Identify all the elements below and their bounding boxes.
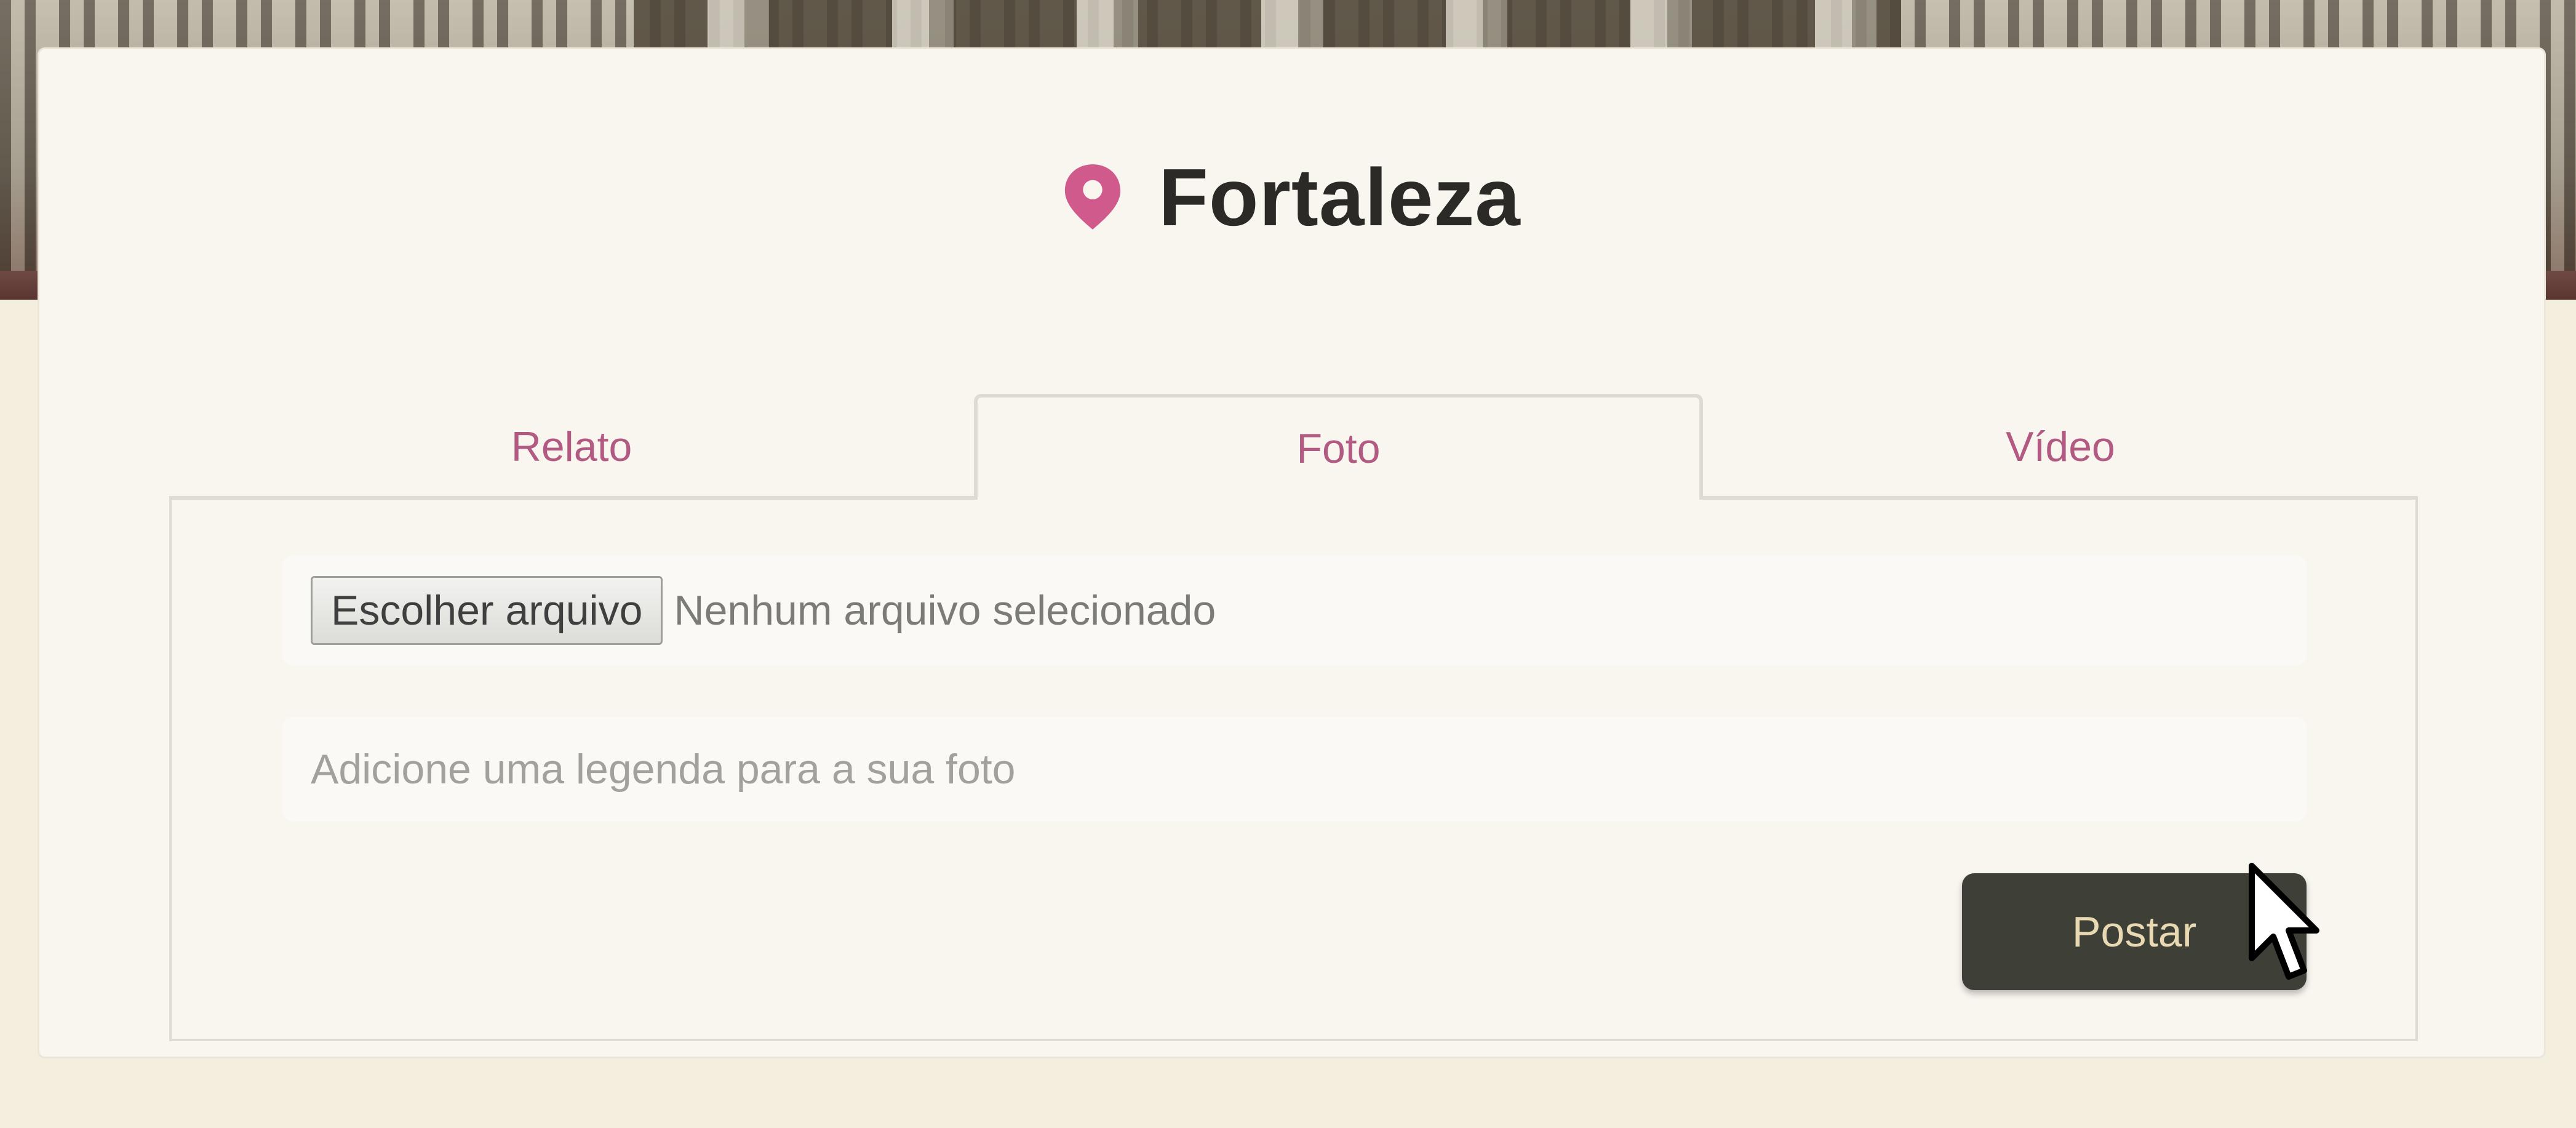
mouse-cursor-icon [2249, 863, 2319, 980]
tab-bar: Relato Foto Vídeo [169, 345, 2418, 500]
photo-panel: Escolher arquivo Nenhum arquivo selecion… [169, 500, 2418, 1041]
post-card: Fortaleza Relato Foto Vídeo Escolher arq… [38, 47, 2546, 1058]
file-upload-field: Escolher arquivo Nenhum arquivo selecion… [282, 555, 2307, 666]
map-pin-icon [1065, 164, 1121, 230]
page-title: Fortaleza [1158, 151, 1521, 242]
file-status-text: Nenhum arquivo selecionado [674, 587, 1216, 634]
choose-file-button[interactable]: Escolher arquivo [311, 576, 663, 645]
caption-input[interactable] [282, 717, 2307, 822]
tab-video[interactable]: Vídeo [1703, 394, 2418, 500]
title-row: Fortaleza [39, 148, 2544, 246]
tab-relato[interactable]: Relato [169, 394, 974, 500]
tab-foto[interactable]: Foto [974, 394, 1703, 500]
